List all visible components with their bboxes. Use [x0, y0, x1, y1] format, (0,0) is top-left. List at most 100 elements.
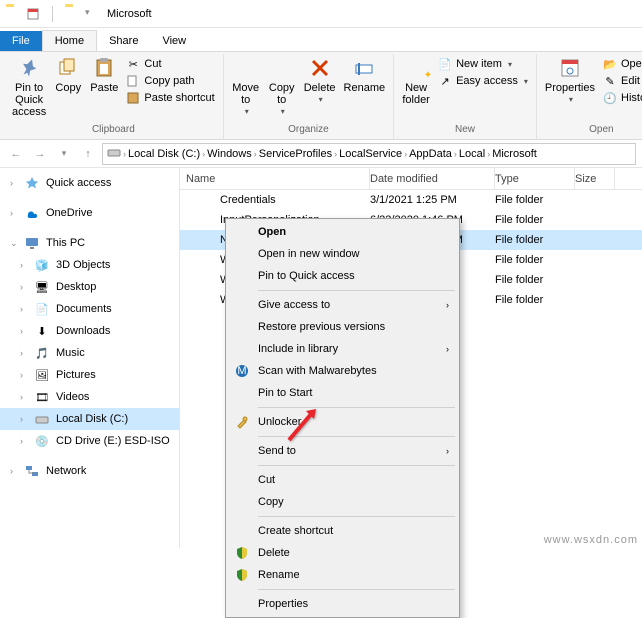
- col-size[interactable]: Size: [575, 168, 615, 189]
- nav-downloads[interactable]: ›⬇Downloads: [0, 320, 179, 342]
- ribbon: Pin to Quick access Copy Paste ✂Cut Copy…: [0, 52, 642, 140]
- open-button[interactable]: 📂Open▾: [601, 56, 642, 72]
- cm-scan-malwarebytes[interactable]: MScan with Malwarebytes: [228, 360, 457, 382]
- recent-locations-button[interactable]: ▾: [54, 144, 74, 164]
- cm-restore-previous[interactable]: Restore previous versions: [228, 316, 457, 338]
- cm-open-new-window[interactable]: Open in new window: [228, 243, 457, 265]
- copy-icon: [54, 56, 82, 80]
- cm-cut[interactable]: Cut: [228, 469, 457, 491]
- history-button[interactable]: 🕘History: [601, 90, 642, 106]
- col-type[interactable]: Type: [495, 168, 575, 189]
- paste-icon: [90, 56, 118, 80]
- paste-button[interactable]: Paste: [86, 54, 122, 96]
- ribbon-group-organize: Move to▾ Copy to▾ Delete▾ Rename Organiz…: [224, 54, 394, 139]
- breadcrumb-seg[interactable]: LocalService: [339, 148, 402, 160]
- col-date[interactable]: Date modified: [370, 168, 495, 189]
- ribbon-tabs: File Home Share View: [0, 28, 642, 52]
- properties-button[interactable]: Properties▾: [541, 54, 599, 107]
- nav-documents[interactable]: ›📄Documents: [0, 298, 179, 320]
- folder-qat-icon[interactable]: [65, 7, 79, 21]
- nav-desktop[interactable]: ›🖥Desktop: [0, 276, 179, 298]
- onedrive-icon: [24, 205, 40, 221]
- nav-videos[interactable]: ›🎞Videos: [0, 386, 179, 408]
- tab-share[interactable]: Share: [97, 31, 150, 51]
- nav-onedrive[interactable]: ›OneDrive: [0, 202, 179, 224]
- cm-create-shortcut[interactable]: Create shortcut: [228, 520, 457, 542]
- shield-rename-icon: [234, 567, 250, 583]
- delete-button[interactable]: Delete▾: [300, 54, 340, 107]
- breadcrumb[interactable]: › Local Disk (C:)› Windows› ServiceProfi…: [102, 143, 636, 165]
- breadcrumb-seg[interactable]: ServiceProfiles: [259, 148, 332, 160]
- col-name[interactable]: Name: [180, 168, 370, 189]
- cm-properties[interactable]: Properties: [228, 593, 457, 615]
- navigation-pane: ›Quick access ›OneDrive ⌄This PC ›🧊3D Ob…: [0, 168, 180, 548]
- list-row[interactable]: Credentials3/1/2021 1:25 PMFile folder: [180, 190, 642, 210]
- cm-send-to[interactable]: Send to›: [228, 440, 457, 462]
- new-item-button[interactable]: 📄New item▾: [436, 56, 530, 72]
- nav-pictures[interactable]: ›🖼Pictures: [0, 364, 179, 386]
- folder-icon: [198, 274, 214, 286]
- column-headers: Name Date modified Type Size: [180, 168, 642, 190]
- svg-text:M: M: [237, 365, 246, 377]
- tab-view[interactable]: View: [150, 31, 198, 51]
- move-to-button[interactable]: Move to▾: [228, 54, 264, 119]
- watermark: www.wsxdn.com: [544, 534, 638, 546]
- ribbon-group-open: Properties▾ 📂Open▾ ✎Edit 🕘History Open: [537, 54, 642, 139]
- tab-file[interactable]: File: [0, 31, 42, 51]
- drive-icon: [107, 145, 121, 162]
- nav-local-disk-c[interactable]: ›Local Disk (C:): [0, 408, 179, 430]
- forward-button[interactable]: →: [30, 144, 50, 164]
- address-bar: ← → ▾ ↑ › Local Disk (C:)› Windows› Serv…: [0, 140, 642, 168]
- cm-copy[interactable]: Copy: [228, 491, 457, 513]
- paste-shortcut-button[interactable]: Paste shortcut: [124, 90, 216, 106]
- cm-unlocker[interactable]: Unlocker: [228, 411, 457, 433]
- pin-to-quick-access-button[interactable]: Pin to Quick access: [8, 54, 50, 120]
- nav-music[interactable]: ›🎵Music: [0, 342, 179, 364]
- window-title: Microsoft: [107, 8, 152, 20]
- cut-button[interactable]: ✂Cut: [124, 56, 216, 72]
- rename-button[interactable]: Rename: [340, 54, 390, 96]
- nav-cd-drive[interactable]: ›💿CD Drive (E:) ESD-ISO: [0, 430, 179, 452]
- unlocker-icon: [234, 414, 250, 430]
- nav-3d-objects[interactable]: ›🧊3D Objects: [0, 254, 179, 276]
- pictures-icon: 🖼: [34, 367, 50, 383]
- copy-path-button[interactable]: Copy path: [124, 73, 216, 89]
- cm-pin-start[interactable]: Pin to Start: [228, 382, 457, 404]
- breadcrumb-seg[interactable]: Local: [459, 148, 485, 160]
- breadcrumb-seg[interactable]: Windows: [207, 148, 252, 160]
- edit-button[interactable]: ✎Edit: [601, 73, 642, 89]
- cm-pin-quick-access[interactable]: Pin to Quick access: [228, 265, 457, 287]
- qat-dropdown-icon[interactable]: ▾: [85, 7, 99, 21]
- breadcrumb-seg[interactable]: AppData: [409, 148, 452, 160]
- new-folder-button[interactable]: ✦ New folder: [398, 54, 434, 108]
- pin-icon: [15, 56, 43, 80]
- scissors-icon: ✂: [126, 57, 140, 71]
- documents-icon: 📄: [34, 301, 50, 317]
- chevron-right-icon: ›: [446, 300, 449, 310]
- cm-rename[interactable]: Rename: [228, 564, 457, 586]
- nav-quick-access[interactable]: ›Quick access: [0, 172, 179, 194]
- chevron-right-icon: ›: [446, 344, 449, 354]
- copy-to-button[interactable]: Copy to▾: [264, 54, 300, 119]
- rename-icon: [350, 56, 378, 80]
- properties-qat-icon[interactable]: [26, 7, 40, 21]
- breadcrumb-seg[interactable]: Microsoft: [492, 148, 537, 160]
- breadcrumb-seg[interactable]: Local Disk (C:): [128, 148, 200, 160]
- cm-separator: [258, 465, 455, 466]
- up-button[interactable]: ↑: [78, 144, 98, 164]
- back-button[interactable]: ←: [6, 144, 26, 164]
- easy-access-button[interactable]: ↗Easy access▾: [436, 73, 530, 89]
- cm-give-access[interactable]: Give access to›: [228, 294, 457, 316]
- chevron-right-icon: ›: [446, 446, 449, 456]
- nav-this-pc[interactable]: ⌄This PC: [0, 232, 179, 254]
- tab-home[interactable]: Home: [42, 30, 97, 51]
- nav-network[interactable]: ›Network: [0, 460, 179, 482]
- ribbon-group-clipboard: Pin to Quick access Copy Paste ✂Cut Copy…: [4, 54, 224, 139]
- copy-button[interactable]: Copy: [50, 54, 86, 96]
- cm-open[interactable]: Open: [228, 221, 457, 243]
- cm-include-library[interactable]: Include in library›: [228, 338, 457, 360]
- network-icon: [24, 463, 40, 479]
- context-menu: Open Open in new window Pin to Quick acc…: [225, 218, 460, 618]
- folder-icon: [6, 7, 20, 21]
- cm-delete[interactable]: Delete: [228, 542, 457, 564]
